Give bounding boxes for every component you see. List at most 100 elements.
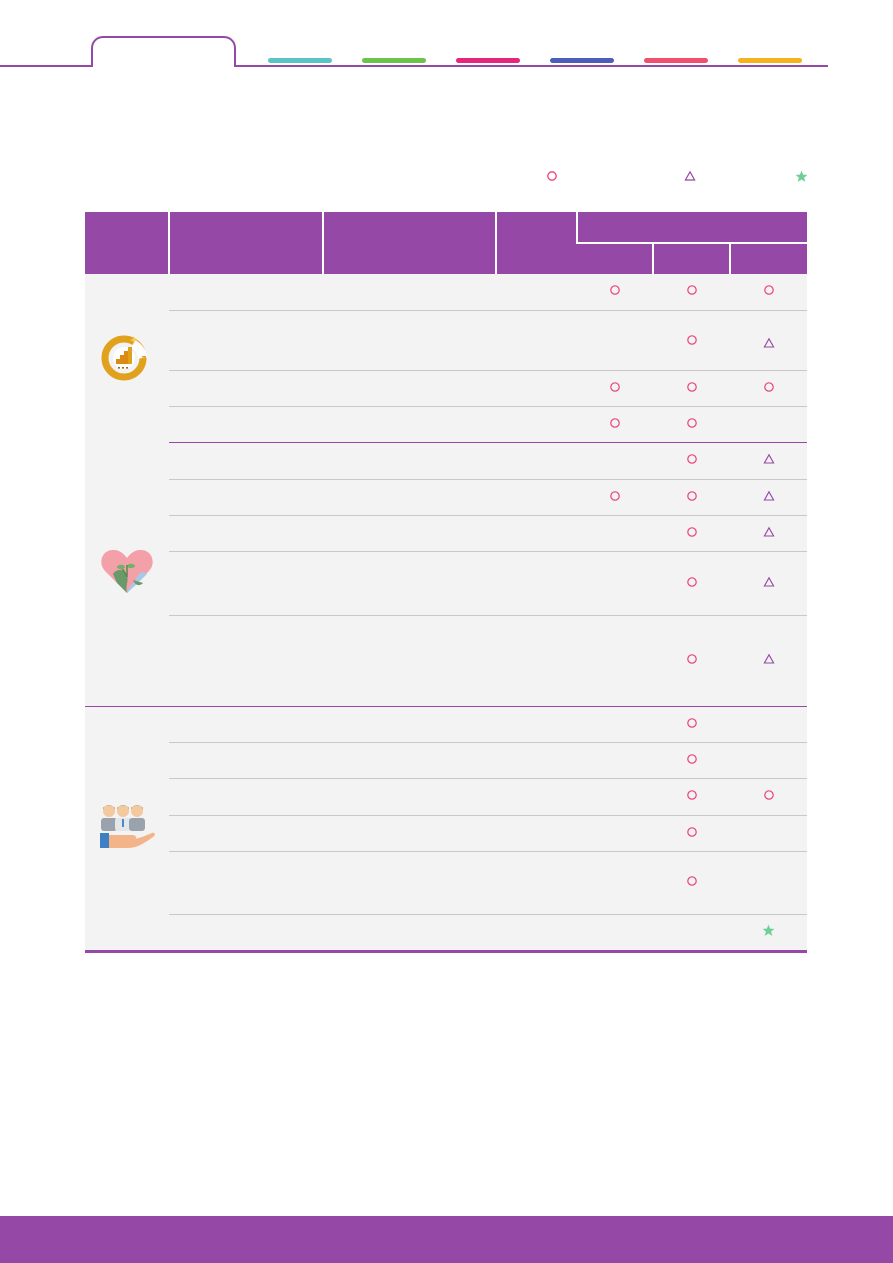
row-cell-item — [169, 442, 323, 480]
mark-circle — [577, 479, 653, 516]
mark-empty — [577, 515, 653, 552]
row-cell-detail — [323, 406, 496, 443]
row-cell-detail — [323, 706, 496, 743]
mark-star — [730, 914, 808, 953]
mark-triangle — [730, 615, 808, 707]
row-cell-detail — [323, 370, 496, 407]
header-subcol-3 — [728, 242, 808, 274]
mark-empty — [577, 615, 653, 707]
row-cell-detail — [323, 778, 496, 816]
mark-circle — [653, 442, 730, 480]
mark-circle — [653, 551, 730, 616]
mark-empty — [730, 815, 808, 852]
mark-empty — [577, 742, 653, 779]
row-cell-detail — [323, 310, 496, 371]
mark-empty — [577, 551, 653, 616]
mark-triangle — [730, 551, 808, 616]
legend-star-icon — [795, 170, 808, 186]
row-cell-unit — [496, 479, 577, 516]
mark-empty — [653, 914, 730, 953]
row-cell-detail — [323, 742, 496, 779]
row-cell-item — [169, 406, 323, 443]
header-col-unit — [495, 212, 577, 274]
mark-circle — [653, 310, 730, 371]
mark-circle — [653, 370, 730, 407]
row-cell-unit — [496, 778, 577, 816]
mark-circle — [653, 742, 730, 779]
header-col-detail — [322, 212, 496, 274]
section-social-icon-cell — [85, 706, 169, 953]
mark-empty — [577, 310, 653, 371]
row-cell-unit — [496, 274, 577, 311]
mark-empty — [577, 778, 653, 816]
mark-triangle — [730, 515, 808, 552]
tab-coral[interactable] — [644, 58, 708, 63]
row-cell-unit — [496, 310, 577, 371]
people-in-hand-icon — [100, 804, 155, 848]
row-cell-unit — [496, 815, 577, 852]
mark-empty — [577, 815, 653, 852]
row-cell-item — [169, 778, 323, 816]
mark-circle — [653, 778, 730, 816]
mark-circle — [653, 515, 730, 552]
row-cell-unit — [496, 515, 577, 552]
row-cell-item — [169, 914, 323, 953]
footer-bar — [0, 1216, 893, 1263]
mark-empty — [577, 706, 653, 743]
header-subcol-2 — [652, 242, 730, 274]
growth-chart-icon — [101, 335, 148, 380]
row-cell-detail — [323, 479, 496, 516]
row-cell-item — [169, 815, 323, 852]
header-subcol-1 — [577, 242, 653, 274]
row-cell-unit — [496, 406, 577, 443]
header-group-scope — [575, 212, 808, 243]
mark-empty — [577, 851, 653, 915]
legend-triangle-icon — [684, 170, 696, 186]
row-cell-unit — [496, 706, 577, 743]
row-cell-item — [169, 310, 323, 371]
mark-circle — [730, 778, 808, 816]
header-col-category — [85, 212, 169, 274]
mark-circle — [653, 615, 730, 707]
tab-current[interactable] — [91, 36, 236, 67]
row-cell-item — [169, 515, 323, 552]
mark-circle — [577, 370, 653, 407]
row-cell-detail — [323, 515, 496, 552]
assessment-table — [85, 212, 808, 953]
mark-circle — [653, 274, 730, 311]
tab-teal[interactable] — [268, 58, 332, 63]
row-cell-item — [169, 551, 323, 616]
mark-circle — [653, 406, 730, 443]
tab-green[interactable] — [362, 58, 426, 63]
heart-earth-icon — [101, 550, 153, 594]
tab-blue[interactable] — [550, 58, 614, 63]
mark-circle — [577, 274, 653, 311]
mark-circle — [653, 851, 730, 915]
mark-triangle — [730, 310, 808, 371]
row-cell-unit — [496, 914, 577, 953]
mark-empty — [730, 742, 808, 779]
mark-empty — [730, 706, 808, 743]
row-cell-item — [169, 370, 323, 407]
row-cell-detail — [323, 851, 496, 915]
tab-yellow[interactable] — [738, 58, 802, 63]
row-cell-detail — [323, 815, 496, 852]
mark-circle — [653, 479, 730, 516]
row-cell-detail — [323, 615, 496, 707]
row-cell-unit — [496, 615, 577, 707]
mark-circle — [730, 370, 808, 407]
legend-circle-icon — [546, 170, 558, 186]
row-cell-item — [169, 615, 323, 707]
mark-circle — [577, 406, 653, 443]
row-cell-item — [169, 479, 323, 516]
mark-empty — [730, 406, 808, 443]
section-economic-icon-cell — [85, 274, 169, 442]
row-cell-detail — [323, 551, 496, 616]
row-cell-unit — [496, 442, 577, 480]
mark-triangle — [730, 442, 808, 480]
row-cell-unit — [496, 370, 577, 407]
header-col-item — [168, 212, 323, 274]
tab-magenta[interactable] — [456, 58, 520, 63]
row-cell-unit — [496, 851, 577, 915]
row-cell-detail — [323, 442, 496, 480]
